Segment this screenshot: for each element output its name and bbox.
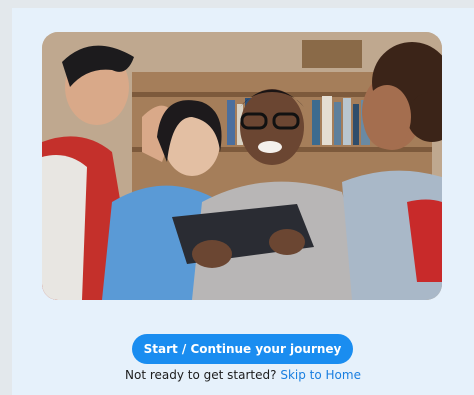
hero-illustration — [42, 32, 442, 300]
hero-image — [42, 32, 442, 300]
skip-to-home-link[interactable]: Skip to Home — [280, 368, 361, 382]
skip-row: Not ready to get started? Skip to Home — [12, 368, 474, 382]
lamp — [302, 40, 362, 68]
start-journey-button[interactable]: Start / Continue your journey — [132, 334, 353, 364]
skip-prompt: Not ready to get started? — [125, 368, 277, 382]
onboarding-card: Start / Continue your journey Not ready … — [12, 8, 474, 395]
